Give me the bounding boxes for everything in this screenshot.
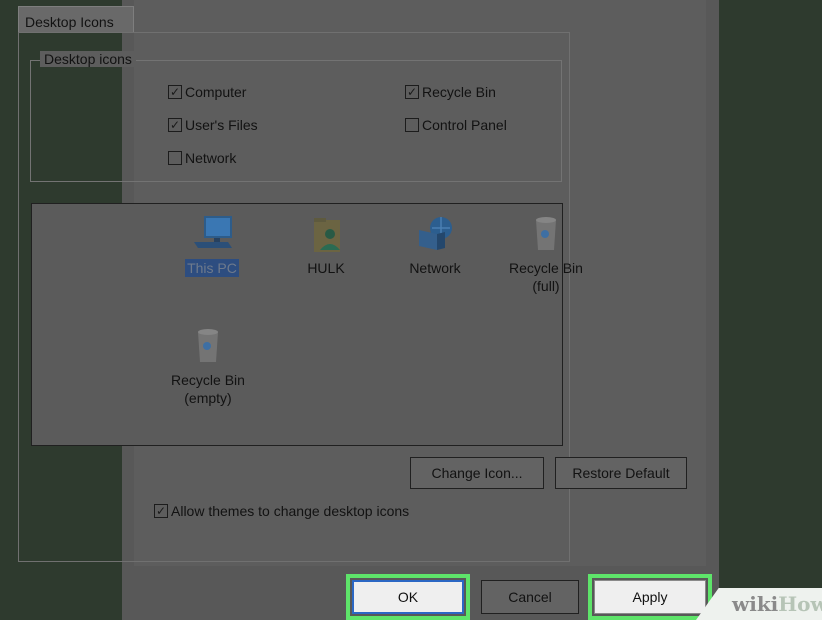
icon-item-hulk[interactable]: HULK bbox=[290, 212, 362, 277]
checkbox-network[interactable]: Network bbox=[168, 150, 236, 166]
icon-label-line2: (full) bbox=[532, 278, 560, 294]
icon-item-this-pc[interactable]: This PC bbox=[175, 212, 249, 277]
icon-label: HULK bbox=[307, 260, 345, 276]
icon-label: This PC bbox=[185, 259, 239, 277]
tab-desktop-icons[interactable]: Desktop Icons bbox=[18, 6, 134, 33]
apply-button[interactable]: Apply bbox=[594, 580, 706, 614]
checkbox-box[interactable]: ✓ bbox=[168, 118, 182, 132]
checkbox-label: Recycle Bin bbox=[422, 84, 496, 100]
checkbox-label: Control Panel bbox=[422, 117, 507, 133]
checkbox-box[interactable] bbox=[405, 118, 419, 132]
user-folder-icon bbox=[314, 218, 340, 252]
recycle-bin-full-icon bbox=[536, 217, 556, 250]
checkbox-label: Computer bbox=[185, 84, 247, 100]
checkbox-box[interactable] bbox=[168, 151, 182, 165]
groupbox-legend: Desktop icons bbox=[40, 51, 136, 67]
checkbox-box[interactable]: ✓ bbox=[168, 85, 182, 99]
checkbox-allow-themes[interactable]: ✓ Allow themes to change desktop icons bbox=[154, 503, 409, 519]
watermark-wiki: wiki bbox=[732, 592, 779, 616]
icon-label: Recycle Bin bbox=[171, 372, 245, 388]
cancel-button[interactable]: Cancel bbox=[481, 580, 579, 614]
checkbox-label: Network bbox=[185, 150, 237, 166]
computer-icon bbox=[194, 216, 232, 248]
icon-item-recycle-bin-full[interactable]: Recycle Bin (full) bbox=[500, 212, 592, 295]
icon-item-recycle-bin-empty[interactable]: Recycle Bin (empty) bbox=[160, 324, 256, 407]
icon-label-line2: (empty) bbox=[184, 390, 232, 406]
icon-label: Network bbox=[409, 260, 461, 276]
recycle-bin-empty-icon bbox=[198, 329, 218, 362]
icon-label: Recycle Bin bbox=[509, 260, 583, 276]
checkbox-box[interactable]: ✓ bbox=[405, 85, 419, 99]
icon-item-network[interactable]: Network bbox=[398, 212, 472, 277]
checkbox-computer[interactable]: ✓ Computer bbox=[168, 84, 246, 100]
checkbox-control-panel[interactable]: Control Panel bbox=[405, 117, 507, 133]
checkbox-users-files[interactable]: ✓ User's Files bbox=[168, 117, 258, 133]
change-icon-button[interactable]: Change Icon... bbox=[410, 457, 544, 489]
network-icon bbox=[419, 217, 452, 250]
restore-default-button[interactable]: Restore Default bbox=[555, 457, 687, 489]
checkbox-box[interactable]: ✓ bbox=[154, 504, 168, 518]
checkbox-label: Allow themes to change desktop icons bbox=[171, 503, 410, 519]
watermark-how: How bbox=[778, 592, 822, 616]
checkbox-recycle-bin[interactable]: ✓ Recycle Bin bbox=[405, 84, 496, 100]
ok-button[interactable]: OK bbox=[352, 580, 464, 614]
checkbox-label: User's Files bbox=[185, 117, 258, 133]
